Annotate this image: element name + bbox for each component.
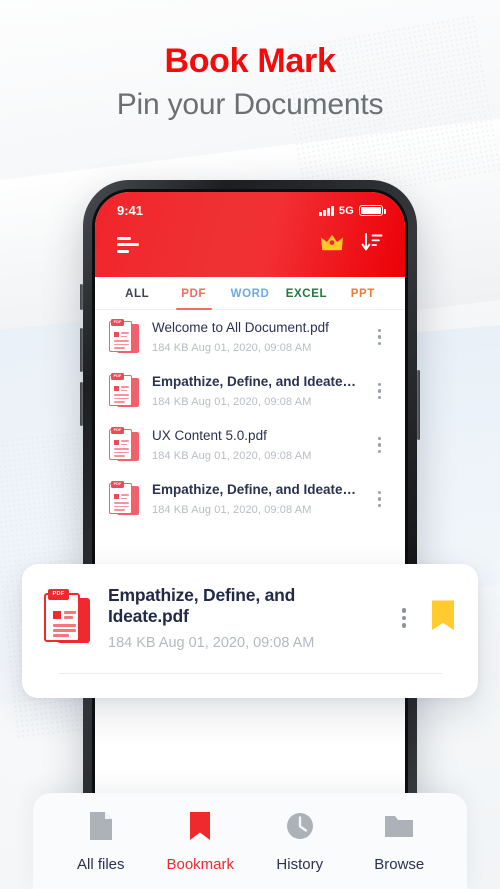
phone-power-button bbox=[417, 370, 420, 440]
file-type-tabs: ALL PDF WORD EXCEL PPT bbox=[95, 277, 405, 310]
tab-underline bbox=[288, 308, 324, 311]
file-icon bbox=[88, 811, 114, 846]
pdf-file-icon: PDF bbox=[109, 427, 139, 462]
crown-icon[interactable] bbox=[320, 233, 344, 256]
file-meta: Empathize, Define, and Ideate.pdf 184 KB… bbox=[152, 374, 359, 408]
phone-bezel: 9:41 5G ALL PDF WORD EXCEL PPT PDF Welco… bbox=[92, 189, 408, 861]
file-name: UX Content 5.0.pdf bbox=[152, 428, 267, 444]
pdf-badge: PDF bbox=[48, 589, 69, 600]
app-bar bbox=[95, 220, 405, 277]
status-bar: 9:41 5G bbox=[95, 192, 405, 220]
file-details: 184 KB Aug 01, 2020, 09:08 AM bbox=[108, 635, 315, 651]
kebab-menu-icon[interactable] bbox=[372, 325, 387, 349]
table-row[interactable]: PDF UX Content 5.0.pdf 184 KB Aug 01, 20… bbox=[95, 418, 405, 472]
file-meta: Welcome to All Document.pdf 184 KB Aug 0… bbox=[152, 320, 359, 354]
phone-mute-switch bbox=[80, 284, 83, 310]
pdf-file-icon: PDF bbox=[44, 589, 90, 645]
file-name: Empathize, Define, and Ideate.pdf bbox=[152, 374, 359, 390]
tab-underline bbox=[175, 307, 212, 310]
pdf-badge: PDF bbox=[111, 319, 124, 326]
file-list: PDF Welcome to All Document.pdf 184 KB A… bbox=[95, 310, 405, 526]
phone-mockup: 9:41 5G ALL PDF WORD EXCEL PPT PDF Welco… bbox=[80, 180, 420, 870]
table-row[interactable]: PDF Welcome to All Document.pdf 184 KB A… bbox=[95, 310, 405, 364]
pdf-file-icon: PDF bbox=[109, 373, 139, 408]
file-name: Empathize, Define, and Ideate.pdf bbox=[152, 482, 359, 498]
hamburger-menu-icon[interactable] bbox=[117, 236, 139, 253]
status-time: 9:41 bbox=[117, 203, 144, 218]
nav-item-all-files[interactable]: All files bbox=[51, 811, 151, 873]
pdf-badge: PDF bbox=[111, 481, 124, 488]
kebab-menu-icon[interactable] bbox=[372, 379, 387, 403]
nav-label: History bbox=[276, 856, 324, 873]
battery-full-icon bbox=[359, 205, 386, 216]
tab-word[interactable]: WORD bbox=[222, 277, 278, 309]
nav-item-bookmark[interactable]: Bookmark bbox=[151, 811, 251, 873]
nav-label: All files bbox=[76, 856, 125, 873]
folder-icon bbox=[384, 811, 414, 846]
file-details: 184 KB Aug 01, 2020, 09:08 AM bbox=[152, 503, 312, 516]
kebab-menu-icon[interactable] bbox=[396, 604, 412, 631]
file-meta: Empathize, Define, and Ideate.pdf 184 KB… bbox=[152, 482, 359, 516]
file-name: Empathize, Define, and Ideate.pdf bbox=[108, 585, 296, 626]
kebab-menu-icon[interactable] bbox=[372, 487, 387, 511]
pdf-file-icon: PDF bbox=[109, 319, 139, 354]
table-row[interactable]: PDF Empathize, Define, and Ideate.pdf 18… bbox=[95, 364, 405, 418]
tab-pdf[interactable]: PDF bbox=[165, 277, 221, 310]
tab-ppt-label: PPT bbox=[350, 288, 375, 300]
network-type-label: 5G bbox=[338, 204, 354, 217]
bookmarked-file-card[interactable]: PDF Empathize, Define, and Ideate.pdf 18… bbox=[22, 564, 478, 698]
screenshot-root: Book Mark Pin your Documents 9:41 5G ALL… bbox=[0, 0, 500, 889]
file-details: 184 KB Aug 01, 2020, 09:08 AM bbox=[152, 395, 312, 408]
tab-underline bbox=[345, 308, 381, 311]
file-details: 184 KB Aug 01, 2020, 09:08 AM bbox=[152, 449, 312, 462]
pdf-file-icon: PDF bbox=[109, 481, 139, 516]
phone-screen: 9:41 5G ALL PDF WORD EXCEL PPT PDF Welco… bbox=[95, 192, 405, 858]
tab-pdf-label: PDF bbox=[181, 288, 207, 300]
page-subtitle: Pin your Documents bbox=[116, 87, 384, 121]
file-name: Welcome to All Document.pdf bbox=[152, 320, 329, 336]
status-indicators: 5G bbox=[319, 204, 386, 217]
bottom-navigation-bar: All files Bookmark History Browse bbox=[33, 793, 467, 889]
bookmarked-file-meta: Empathize, Define, and Ideate.pdf 184 KB… bbox=[108, 585, 378, 651]
kebab-menu-icon[interactable] bbox=[372, 433, 387, 457]
bookmark-icon bbox=[188, 811, 212, 846]
nav-item-browse[interactable]: Browse bbox=[350, 811, 450, 873]
bookmarked-file-row: PDF Empathize, Define, and Ideate.pdf 18… bbox=[44, 585, 456, 651]
file-details: 184 KB Aug 01, 2020, 09:08 AM bbox=[152, 341, 312, 354]
tab-all-label: ALL bbox=[125, 288, 150, 300]
app-bar-actions bbox=[320, 232, 383, 257]
pdf-badge: PDF bbox=[111, 373, 124, 380]
nav-item-history[interactable]: History bbox=[250, 811, 350, 873]
nav-label: Bookmark bbox=[166, 856, 235, 873]
table-row[interactable]: PDF Empathize, Define, and Ideate.pdf 18… bbox=[95, 472, 405, 526]
file-meta: UX Content 5.0.pdf 184 KB Aug 01, 2020, … bbox=[152, 428, 359, 462]
pdf-badge: PDF bbox=[111, 427, 124, 434]
app-header: 9:41 5G bbox=[95, 192, 405, 277]
clock-icon bbox=[286, 811, 314, 846]
tab-underline bbox=[119, 308, 155, 311]
signal-bars-icon bbox=[319, 205, 334, 216]
headline-block: Book Mark Pin your Documents bbox=[0, 42, 500, 121]
tab-word-label: WORD bbox=[230, 288, 270, 300]
tab-excel-label: EXCEL bbox=[285, 288, 328, 300]
phone-volume-down-button bbox=[80, 382, 83, 426]
page-title: Book Mark bbox=[164, 42, 336, 80]
card-divider bbox=[58, 673, 442, 674]
nav-label: Browse bbox=[374, 856, 425, 873]
bookmark-filled-icon[interactable] bbox=[430, 599, 456, 638]
tab-all[interactable]: ALL bbox=[109, 277, 165, 309]
tab-ppt[interactable]: PPT bbox=[335, 277, 391, 309]
tab-underline bbox=[232, 308, 268, 311]
phone-volume-up-button bbox=[80, 328, 83, 372]
sort-descending-icon[interactable] bbox=[361, 232, 383, 257]
tab-excel[interactable]: EXCEL bbox=[278, 277, 334, 309]
